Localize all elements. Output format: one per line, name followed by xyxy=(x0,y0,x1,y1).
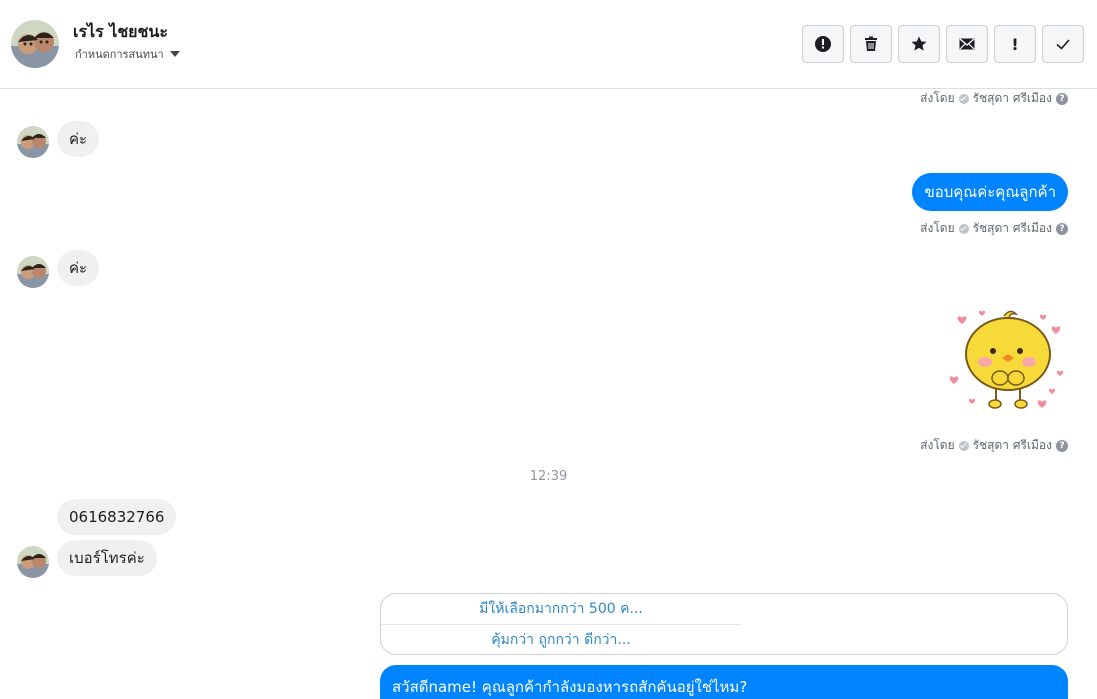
caret-down-icon xyxy=(169,51,180,57)
trash-icon xyxy=(865,36,877,51)
done-icon xyxy=(1056,39,1070,50)
action-toolbar: ! xyxy=(802,25,1084,63)
star-button[interactable] xyxy=(898,25,940,63)
incoming-message[interactable]: เบอร์โทรค่ะ xyxy=(57,540,157,576)
mark-spam-button[interactable] xyxy=(802,25,844,63)
contact-name: เรไร ไชยชนะ xyxy=(73,22,168,41)
sent-by-info: ส่งโดย รัชสุดา ศรีเมือง ? xyxy=(920,89,1068,108)
incoming-message[interactable]: ค่ะ xyxy=(57,121,100,157)
outgoing-card-message[interactable]: สวัสดีname! คุณลูกค้ากำลังมองหารถสักคันอ… xyxy=(380,665,1068,699)
help-icon[interactable]: ? xyxy=(1056,439,1068,452)
sent-by-label: ส่งโดย xyxy=(920,91,955,105)
quick-reply-button[interactable]: คุ้มกว่า ถูกกว่า ดีกว่า... xyxy=(381,624,741,654)
incoming-message[interactable]: ค่ะ xyxy=(57,250,100,286)
important-icon: ! xyxy=(1011,34,1019,54)
message-timestamp: 12:39 xyxy=(529,469,568,484)
chick-sticker[interactable] xyxy=(948,306,1068,418)
message-thread[interactable]: ส่งโดย รัชสุดา ศรีเมือง ? ค่ะ ขอบคุณค่ะค… xyxy=(0,89,1097,699)
sender-name[interactable]: รัชสุดา ศรีเมือง xyxy=(973,219,1052,238)
sent-by-info: ส่งโดย รัชสุดา ศรีเมือง ? xyxy=(920,436,1068,455)
check-icon xyxy=(958,93,969,104)
mark-important-button[interactable]: ! xyxy=(994,25,1036,63)
outgoing-card-text: สวัสดีname! คุณลูกค้ากำลังมองหารถสักคันอ… xyxy=(392,678,748,696)
help-icon[interactable]: ? xyxy=(1056,92,1068,105)
mark-done-button[interactable] xyxy=(1042,25,1084,63)
delete-button[interactable] xyxy=(850,25,892,63)
contact-avatar-small xyxy=(17,126,49,158)
sent-by-label: ส่งโดย xyxy=(920,221,955,235)
assign-conversation-dropdown[interactable]: กำหนดการสนทนา xyxy=(75,45,180,63)
contact-avatar-small xyxy=(17,546,49,578)
quick-reply-card: มีให้เลือกมากกว่า 500 ค... คุ้มกว่า ถูกก… xyxy=(380,593,1068,655)
incoming-message[interactable]: 0616832766 xyxy=(57,499,177,535)
sender-name[interactable]: รัชสุดา ศรีเมือง xyxy=(973,89,1052,108)
sender-name[interactable]: รัชสุดา ศรีเมือง xyxy=(973,436,1052,455)
check-icon xyxy=(958,223,969,234)
mark-unread-button[interactable] xyxy=(946,25,988,63)
help-icon[interactable]: ? xyxy=(1056,222,1068,235)
spam-icon xyxy=(815,36,831,52)
contact-avatar[interactable] xyxy=(11,20,59,68)
star-icon xyxy=(911,36,927,51)
check-icon xyxy=(958,440,969,451)
sent-by-label: ส่งโดย xyxy=(920,438,955,452)
contact-avatar-small xyxy=(17,256,49,288)
sent-by-info: ส่งโดย รัชสุดา ศรีเมือง ? xyxy=(920,219,1068,238)
conversation-header: เรไร ไชยชนะ กำหนดการสนทนา ! xyxy=(0,0,1097,89)
mail-icon xyxy=(959,38,975,50)
assign-label: กำหนดการสนทนา xyxy=(75,48,164,61)
outgoing-message[interactable]: ขอบคุณค่ะคุณลูกค้า xyxy=(912,173,1068,211)
quick-reply-button[interactable]: มีให้เลือกมากกว่า 500 ค... xyxy=(381,594,741,624)
